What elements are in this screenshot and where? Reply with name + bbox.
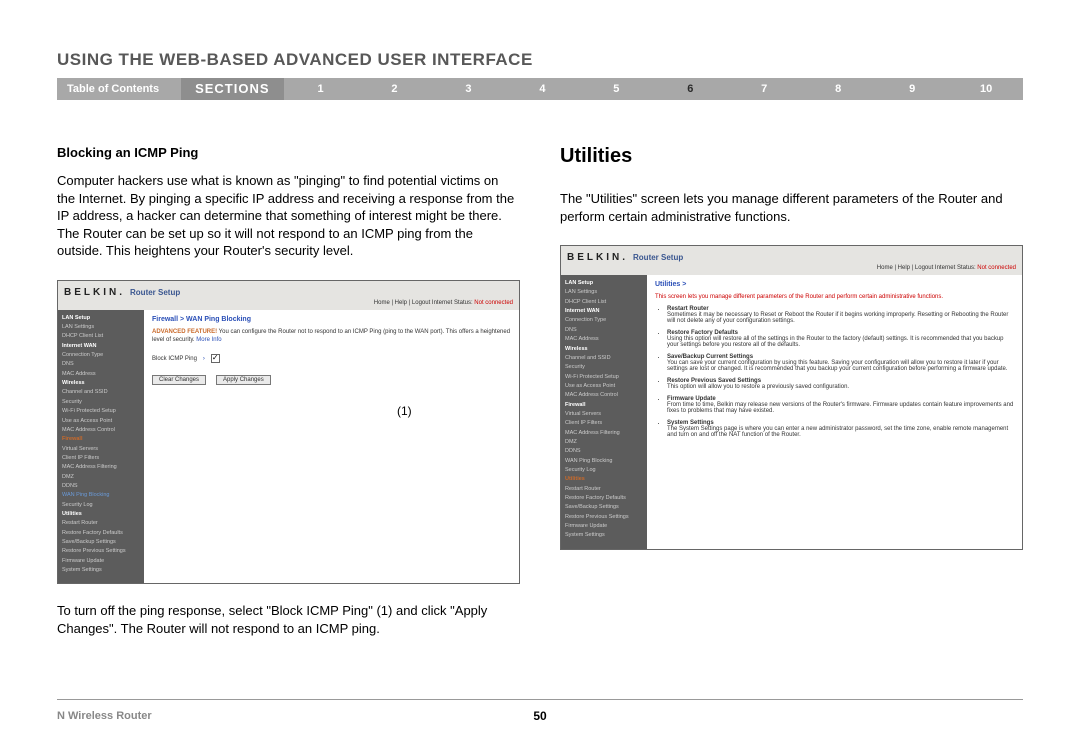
router-setup-label: Router Setup (130, 288, 180, 297)
main-panel: Utilities > This screen lets you manage … (647, 275, 1022, 549)
section-3[interactable]: 3 (431, 83, 505, 95)
advanced-feature-text: ADVANCED FEATURE! You can configure the … (152, 329, 511, 345)
section-7[interactable]: 7 (727, 83, 801, 95)
page-title: USING THE WEB-BASED ADVANCED USER INTERF… (0, 0, 1080, 78)
section-1[interactable]: 1 (284, 83, 358, 95)
section-2[interactable]: 2 (358, 83, 432, 95)
block-icmp-checkbox[interactable] (211, 354, 220, 363)
status-line: Home | Help | Logout Internet Status: No… (561, 265, 1022, 275)
section-5[interactable]: 5 (579, 83, 653, 95)
utilities-intro: This screen lets you manage different pa… (655, 294, 1014, 300)
left-column: Blocking an ICMP Ping Computer hackers u… (57, 145, 520, 657)
block-icmp-label: Block ICMP Ping (152, 356, 197, 362)
left-para1: Computer hackers use what is known as "p… (57, 172, 520, 260)
section-6[interactable]: 6 (653, 83, 727, 95)
product-name: N Wireless Router (57, 710, 152, 722)
right-column: Utilities The "Utilities" screen lets yo… (560, 145, 1023, 657)
screenshot-ping-blocking: BELKIN. Router Setup Home | Help | Logou… (57, 280, 520, 585)
footer: N Wireless Router 50 (57, 699, 1023, 722)
section-4[interactable]: 4 (505, 83, 579, 95)
brand-logo: BELKIN. (567, 252, 625, 263)
chevron-right-icon: › (203, 356, 205, 362)
main-panel: Firewall > WAN Ping Blocking ADVANCED FE… (144, 310, 519, 584)
breadcrumb: Firewall > WAN Ping Blocking (152, 316, 511, 323)
section-10[interactable]: 10 (949, 83, 1023, 95)
toc-link[interactable]: Table of Contents (57, 83, 181, 95)
callout-1: (1) (397, 404, 412, 418)
sections-label: SECTIONS (181, 78, 283, 100)
section-nav: Table of Contents SECTIONS 1 2 3 4 5 6 7… (57, 78, 1023, 100)
section-9[interactable]: 9 (875, 83, 949, 95)
side-nav: LAN Setup LAN Settings DHCP Client List … (58, 310, 144, 584)
clear-changes-button[interactable]: Clear Changes (152, 375, 206, 385)
utilities-heading: Utilities (560, 145, 1023, 168)
left-heading: Blocking an ICMP Ping (57, 145, 520, 160)
section-8[interactable]: 8 (801, 83, 875, 95)
page-number: 50 (533, 709, 546, 723)
status-line: Home | Help | Logout Internet Status: No… (58, 300, 519, 310)
right-para1: The "Utilities" screen lets you manage d… (560, 190, 1023, 225)
breadcrumb: Utilities > (655, 281, 1014, 288)
screenshot-utilities: BELKIN. Router Setup Home | Help | Logou… (560, 245, 1023, 550)
apply-changes-button[interactable]: Apply Changes (216, 375, 271, 385)
router-setup-label: Router Setup (633, 253, 683, 262)
brand-logo: BELKIN. (64, 287, 122, 298)
left-para2: To turn off the ping response, select "B… (57, 602, 520, 637)
utilities-list: Restart RouterSometimes it may be necess… (655, 306, 1014, 438)
side-nav: LAN Setup LAN Settings DHCP Client List … (561, 275, 647, 549)
